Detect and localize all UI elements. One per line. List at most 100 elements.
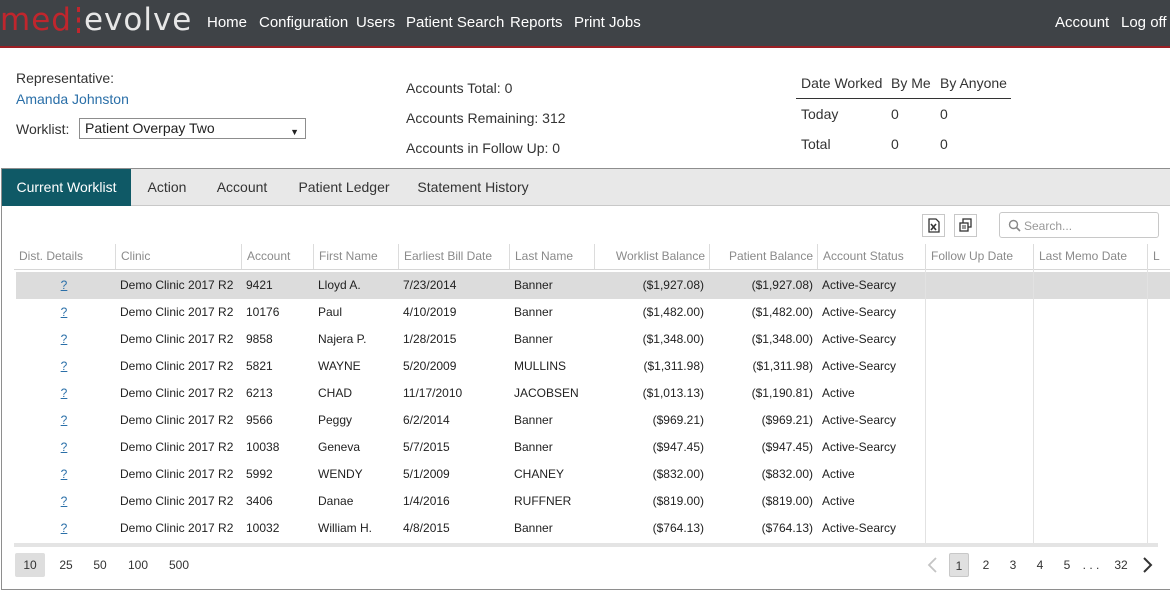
page-size-100[interactable]: 100 [123,553,153,577]
grid-header-divider [14,269,1170,270]
table-row[interactable]: ? Demo Clinic 2017 R2 9421 Lloyd A. 7/23/201… [16,272,1170,299]
dist-details-link[interactable]: ? [16,488,112,515]
dist-details-link[interactable]: ? [16,272,112,299]
table-row[interactable]: ? Demo Clinic 2017 R2 9566 Peggy 6/2/2014 Ban… [16,407,1170,434]
cell-worklist-balance: ($947.45) [652,440,704,454]
cell-last-name: Banner [514,521,553,535]
worklist-selected-value: Patient Overpay Two [85,120,215,136]
cell-earliest-bill-date: 11/17/2010 [403,386,463,400]
grid-column-divider [1147,269,1148,544]
cell-clinic: Demo Clinic 2017 R2 [120,440,234,454]
cell-worklist-balance: ($764.13) [652,521,704,535]
nav-reports[interactable]: Reports [510,14,563,31]
dist-details-link[interactable]: ? [16,353,112,380]
nav-patient-search[interactable]: Patient Search [406,14,504,31]
prev-page-button[interactable] [925,553,941,577]
cell-account-status: Active-Searcy [822,332,897,346]
col-header-follow-up-date[interactable]: Follow Up Date [925,244,1033,269]
table-row[interactable]: ? Demo Clinic 2017 R2 9858 Najera P. 1/28/20… [16,326,1170,353]
worklist-grid: Dist. Details Clinic Account First Name … [14,244,1170,544]
nav-print-jobs[interactable]: Print Jobs [574,14,641,31]
tab-current-worklist[interactable]: Current Worklist [2,169,131,206]
next-page-button[interactable] [1139,553,1155,577]
logo-part-evolve: evolve [83,2,193,38]
dist-details-link[interactable]: ? [16,461,112,488]
col-header-dist-details[interactable]: Dist. Details [14,244,114,269]
nav-account[interactable]: Account [1055,14,1109,31]
cell-first-name: Danae [318,494,354,508]
table-row[interactable]: ? Demo Clinic 2017 R2 10176 Paul 4/10/2019 Ba… [16,299,1170,326]
cell-account: 10032 [246,521,280,535]
excel-export-button[interactable] [922,214,945,237]
dist-details-link[interactable]: ? [16,299,112,326]
col-header-clinic[interactable]: Clinic [115,244,241,269]
table-row[interactable]: ? Demo Clinic 2017 R2 6213 CHAD 11/17/2010 JA… [16,380,1170,407]
cell-patient-balance: ($947.45) [761,440,813,454]
cell-first-name: William H. [318,521,372,535]
worklist-select[interactable]: Patient Overpay Two ▼ [79,118,306,139]
grid-search-input[interactable] [1024,216,1152,235]
dist-details-link[interactable]: ? [16,515,112,542]
col-header-truncated[interactable]: L [1147,244,1170,269]
col-header-last-memo-date[interactable]: Last Memo Date [1033,244,1147,269]
col-header-earliest-bill-date[interactable]: Earliest Bill Date [398,244,509,269]
col-header-account[interactable]: Account [241,244,313,269]
page-5[interactable]: 5 [1058,553,1076,577]
page-size-10[interactable]: 10 [15,553,45,577]
by-me-header: By Me [891,75,931,91]
cell-account-status: Active-Searcy [822,305,897,319]
nav-log-off[interactable]: Log off [1121,14,1167,31]
tab-patient-ledger[interactable]: Patient Ledger [291,169,397,206]
nav-users[interactable]: Users [356,14,395,31]
cell-account: 9566 [246,413,273,427]
tab-account[interactable]: Account [205,169,279,206]
grid-search-box[interactable] [999,212,1159,238]
medevolve-logo[interactable]: med evolve [0,2,192,38]
page-4[interactable]: 4 [1031,553,1049,577]
tab-statement-history[interactable]: Statement History [412,169,534,206]
table-row[interactable]: ? Demo Clinic 2017 R2 10032 William H. 4/8/2… [16,515,1170,542]
horizontal-scrollbar[interactable] [14,543,1158,547]
table-row[interactable]: ? Demo Clinic 2017 R2 3406 Danae 1/4/2016 RUF… [16,488,1170,515]
cell-clinic: Demo Clinic 2017 R2 [120,521,234,535]
page-size-50[interactable]: 50 [87,553,113,577]
column-chooser-button[interactable] [954,214,977,237]
dist-details-link[interactable]: ? [16,407,112,434]
page-size-500[interactable]: 500 [164,553,194,577]
cell-worklist-balance: ($1,311.98) [643,359,705,373]
col-header-patient-balance[interactable]: Patient Balance [709,244,817,269]
page-3[interactable]: 3 [1004,553,1022,577]
logo-separator-icon [76,7,80,33]
dist-details-link[interactable]: ? [16,380,112,407]
cell-first-name: Najera P. [318,332,367,346]
cell-first-name: WENDY [318,467,363,481]
cell-worklist-balance: ($1,482.00) [642,305,704,319]
cell-earliest-bill-date: 5/1/2009 [403,467,450,481]
col-header-last-name[interactable]: Last Name [509,244,594,269]
cell-last-name: JACOBSEN [514,386,579,400]
dist-details-link[interactable]: ? [16,326,112,353]
cell-first-name: Peggy [318,413,353,427]
page-32[interactable]: 32 [1110,553,1132,577]
table-row[interactable]: ? Demo Clinic 2017 R2 5821 WAYNE 5/20/2009 MU… [16,353,1170,380]
cell-patient-balance: ($1,311.98) [752,359,814,373]
table-row[interactable]: ? Demo Clinic 2017 R2 5992 WENDY 5/1/2009 CHA… [16,461,1170,488]
representative-name-link[interactable]: Amanda Johnston [16,91,129,107]
cell-last-name: Banner [514,440,553,454]
dist-details-link[interactable]: ? [16,434,112,461]
tab-action[interactable]: Action [132,169,202,206]
col-header-worklist-balance[interactable]: Worklist Balance [594,244,709,269]
col-header-first-name[interactable]: First Name [313,244,398,269]
accounts-total: Accounts Total: 0 [406,80,513,96]
cell-clinic: Demo Clinic 2017 R2 [120,386,234,400]
nav-home[interactable]: Home [207,14,247,31]
cell-patient-balance: ($1,927.08) [751,278,813,292]
page-size-25[interactable]: 25 [53,553,79,577]
col-header-account-status[interactable]: Account Status [817,244,925,269]
cell-first-name: CHAD [318,386,353,400]
nav-configuration[interactable]: Configuration [259,14,348,31]
table-row[interactable]: ? Demo Clinic 2017 R2 10038 Geneva 5/7/2015 B… [16,434,1170,461]
cell-last-name: Banner [514,332,553,346]
page-2[interactable]: 2 [977,553,995,577]
page-1[interactable]: 1 [949,553,969,577]
